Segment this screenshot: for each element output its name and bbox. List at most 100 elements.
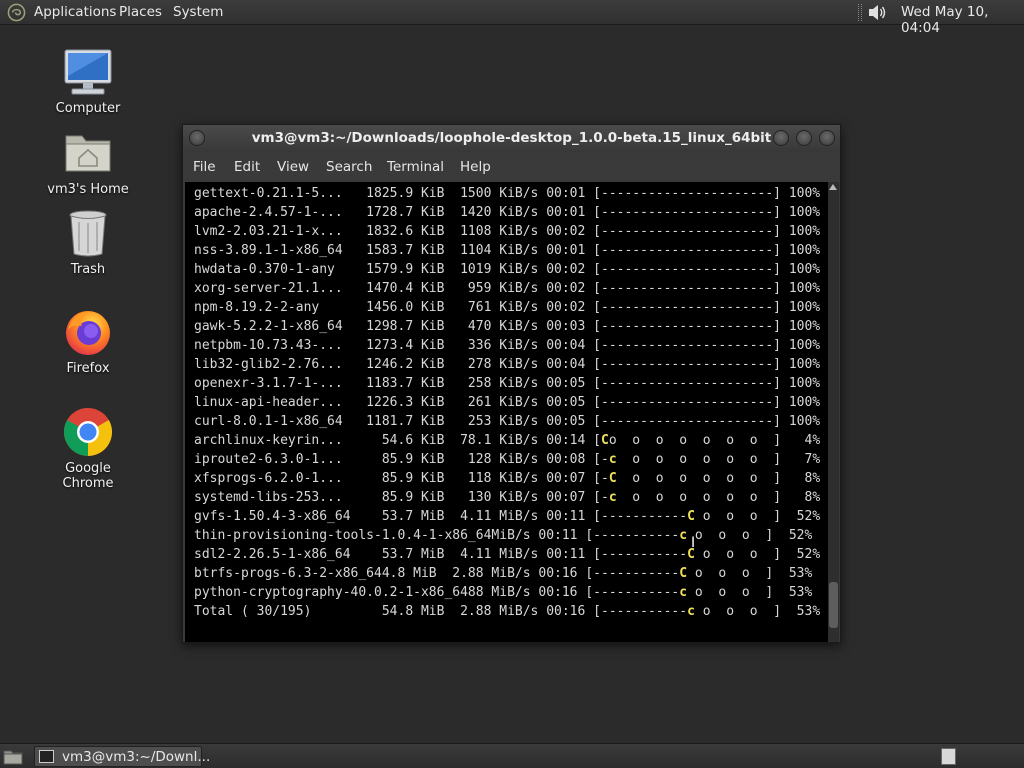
pacman-progress-glyph: c xyxy=(608,452,617,467)
clock[interactable]: Wed May 10, 04:04 xyxy=(901,4,1024,36)
scroll-up-arrow-icon[interactable] xyxy=(829,184,837,190)
workspace-switcher[interactable] xyxy=(941,748,956,765)
terminal-line: openexr-3.1.7-1-... 1183.7 KiB 258 KiB/s… xyxy=(194,374,820,393)
terminal-line: hwdata-0.370-1-any 1579.9 KiB 1019 KiB/s… xyxy=(194,260,820,279)
terminal-text: lvm2-2.03.21-1-x... 1832.6 KiB 1108 KiB/… xyxy=(194,224,821,239)
minimize-button[interactable] xyxy=(773,130,789,146)
pacman-progress-glyph: C xyxy=(679,566,688,581)
chrome-icon xyxy=(63,408,113,456)
menu-help[interactable]: Help xyxy=(460,159,491,175)
menu-search[interactable]: Search xyxy=(326,159,372,175)
terminal-line: netpbm-10.73.43-... 1273.4 KiB 336 KiB/s… xyxy=(194,336,820,355)
desktop-icon-label: vm3's Home xyxy=(47,182,129,197)
pacman-progress-glyph: C xyxy=(687,509,695,524)
taskbar-terminal-button[interactable]: vm3@vm3:~/Downl... xyxy=(34,746,210,767)
desktop-icon-home[interactable]: vm3's Home xyxy=(38,127,138,197)
show-desktop-icon[interactable] xyxy=(3,748,23,765)
menu-view[interactable]: View xyxy=(277,159,309,175)
terminal-text: o o o o o o ] 8% xyxy=(616,490,821,505)
pacman-progress-glyph: c xyxy=(679,585,688,600)
terminal-text: openexr-3.1.7-1-... 1183.7 KiB 258 KiB/s… xyxy=(194,376,821,391)
bottom-panel: vm3@vm3:~/Downl... xyxy=(0,743,1024,768)
terminal-line: gettext-0.21.1-5... 1825.9 KiB 1500 KiB/… xyxy=(194,184,820,203)
terminal-line: nss-3.89.1-1-x86_64 1583.7 KiB 1104 KiB/… xyxy=(194,241,820,260)
terminal-text: curl-8.0.1-1-x86_64 1181.7 KiB 253 KiB/s… xyxy=(194,414,821,429)
terminal-text: o o o o o o o ] 4% xyxy=(608,433,821,448)
pacman-progress-glyph: c xyxy=(608,490,617,505)
window-title: vm3@vm3:~/Downloads/loophole-desktop_1.0… xyxy=(251,130,772,146)
terminal-line: npm-8.19.2-2-any 1456.0 KiB 761 KiB/s 00… xyxy=(194,298,820,317)
terminal-text: gvfs-1.50.4-3-x86_64 53.7 MiB 4.11 MiB/s… xyxy=(194,509,688,524)
terminal-text: Total ( 30/195) 54.8 MiB 2.88 MiB/s 00:1… xyxy=(194,604,688,619)
terminal-line: python-cryptography-40.0.2-1-x86_6488 Mi… xyxy=(194,583,820,602)
terminal-line: systemd-libs-253... 85.9 KiB 130 KiB/s 0… xyxy=(194,488,820,507)
firefox-icon xyxy=(66,311,110,355)
terminal-text: xfsprogs-6.2.0-1... 85.9 KiB 118 KiB/s 0… xyxy=(194,471,609,486)
scroll-thumb[interactable] xyxy=(829,582,838,628)
terminal-text: xorg-server-21.1... 1470.4 KiB 959 KiB/s… xyxy=(194,281,821,296)
terminal-text: o o o ] 52% xyxy=(694,509,821,524)
menu-file[interactable]: File xyxy=(193,159,216,175)
terminal-text: archlinux-keyrin... 54.6 KiB 78.1 KiB/s … xyxy=(194,433,601,448)
desktop-icon-trash[interactable]: Trash xyxy=(38,207,138,277)
desktop-icon-label: Google Chrome xyxy=(62,461,114,491)
terminal-text: python-cryptography-40.0.2-1-x86_6488 Mi… xyxy=(194,585,680,600)
terminal-text: btrfs-progs-6.3-2-x86_644.8 MiB 2.88 MiB… xyxy=(194,566,680,581)
pacman-progress-glyph: C xyxy=(608,471,617,486)
volume-icon[interactable] xyxy=(866,2,888,23)
menu-terminal[interactable]: Terminal xyxy=(387,159,444,175)
computer-icon xyxy=(64,49,112,95)
terminal-text: o o o ] 53% xyxy=(694,604,821,619)
terminal-line: lib32-glib2-2.76... 1246.2 KiB 278 KiB/s… xyxy=(194,355,820,374)
pacman-progress-glyph: C xyxy=(601,433,609,448)
terminal-line: linux-api-header... 1226.3 KiB 261 KiB/s… xyxy=(194,393,820,412)
close-button[interactable] xyxy=(819,130,835,146)
terminal-text: systemd-libs-253... 85.9 KiB 130 KiB/s 0… xyxy=(194,490,609,505)
terminal-line: gvfs-1.50.4-3-x86_64 53.7 MiB 4.11 MiB/s… xyxy=(194,507,820,526)
terminal-icon xyxy=(39,750,54,763)
terminal-line: sdl2-2.26.5-1-x86_64 53.7 MiB 4.11 MiB/s… xyxy=(194,545,820,564)
taskbar-label: vm3@vm3:~/Downl... xyxy=(62,749,211,765)
terminal-text: gettext-0.21.1-5... 1825.9 KiB 1500 KiB/… xyxy=(194,186,821,201)
menu-edit[interactable]: Edit xyxy=(234,159,260,175)
terminal-text: lib32-glib2-2.76... 1246.2 KiB 278 KiB/s… xyxy=(194,357,821,372)
terminal-text: iproute2-6.3.0-1... 85.9 KiB 128 KiB/s 0… xyxy=(194,452,609,467)
terminal-text: o o o ] 53% xyxy=(687,585,813,600)
terminal-text: gawk-5.2.2-1-x86_64 1298.7 KiB 470 KiB/s… xyxy=(194,319,821,334)
terminal-text: o o o ] 53% xyxy=(687,566,813,581)
terminal-line: archlinux-keyrin... 54.6 KiB 78.1 KiB/s … xyxy=(194,431,820,450)
desktop-icon-label: Computer xyxy=(55,101,121,116)
terminal-text: nss-3.89.1-1-x86_64 1583.7 KiB 1104 KiB/… xyxy=(194,243,821,258)
desktop-icon-computer[interactable]: Computer xyxy=(38,46,138,116)
desktop-icon-label: Firefox xyxy=(66,361,110,376)
system-menu[interactable]: System xyxy=(173,4,223,20)
top-panel: Applications Places System Wed May 10, 0… xyxy=(0,0,1024,36)
places-menu[interactable]: Places xyxy=(119,4,162,20)
terminal-text: o o o o o o ] 8% xyxy=(616,471,821,486)
terminal-menubar: File Edit View Search Terminal Help xyxy=(183,152,840,182)
applications-menu[interactable]: Applications xyxy=(34,4,116,20)
panel-separator xyxy=(858,4,862,21)
home-folder-icon xyxy=(65,135,111,172)
desktop-icon-chrome[interactable]: Google Chrome xyxy=(38,406,138,491)
terminal-scrollbar[interactable] xyxy=(828,182,839,642)
terminal-text: o o o ] 52% xyxy=(694,547,821,562)
terminal-line: apache-2.4.57-1-... 1728.7 KiB 1420 KiB/… xyxy=(194,203,820,222)
terminal-text: thin-provisioning-tools-1.0.4-1-x86_64Mi… xyxy=(194,528,680,543)
terminal-text: npm-8.19.2-2-any 1456.0 KiB 761 KiB/s 00… xyxy=(194,300,821,315)
terminal-text: o o o ] 52% xyxy=(687,528,813,543)
window-titlebar[interactable]: vm3@vm3:~/Downloads/loophole-desktop_1.0… xyxy=(183,125,840,152)
desktop-icon-firefox[interactable]: Firefox xyxy=(38,306,138,376)
maximize-button[interactable] xyxy=(796,130,812,146)
pacman-progress-glyph: c xyxy=(687,604,695,619)
terminal-text: o o o o o o ] 7% xyxy=(616,452,821,467)
terminal-text: linux-api-header... 1226.3 KiB 261 KiB/s… xyxy=(194,395,821,410)
terminal-text: netpbm-10.73.43-... 1273.4 KiB 336 KiB/s… xyxy=(194,338,821,353)
terminal-line: btrfs-progs-6.3-2-x86_644.8 MiB 2.88 MiB… xyxy=(194,564,820,583)
terminal-text: apache-2.4.57-1-... 1728.7 KiB 1420 KiB/… xyxy=(194,205,821,220)
terminal-text: sdl2-2.26.5-1-x86_64 53.7 MiB 4.11 MiB/s… xyxy=(194,547,688,562)
terminal-window[interactable]: vm3@vm3:~/Downloads/loophole-desktop_1.0… xyxy=(182,124,841,643)
terminal-output[interactable]: gettext-0.21.1-5... 1825.9 KiB 1500 KiB/… xyxy=(185,182,828,642)
terminal-line: gawk-5.2.2-1-x86_64 1298.7 KiB 470 KiB/s… xyxy=(194,317,820,336)
distro-logo-icon[interactable] xyxy=(7,3,26,22)
